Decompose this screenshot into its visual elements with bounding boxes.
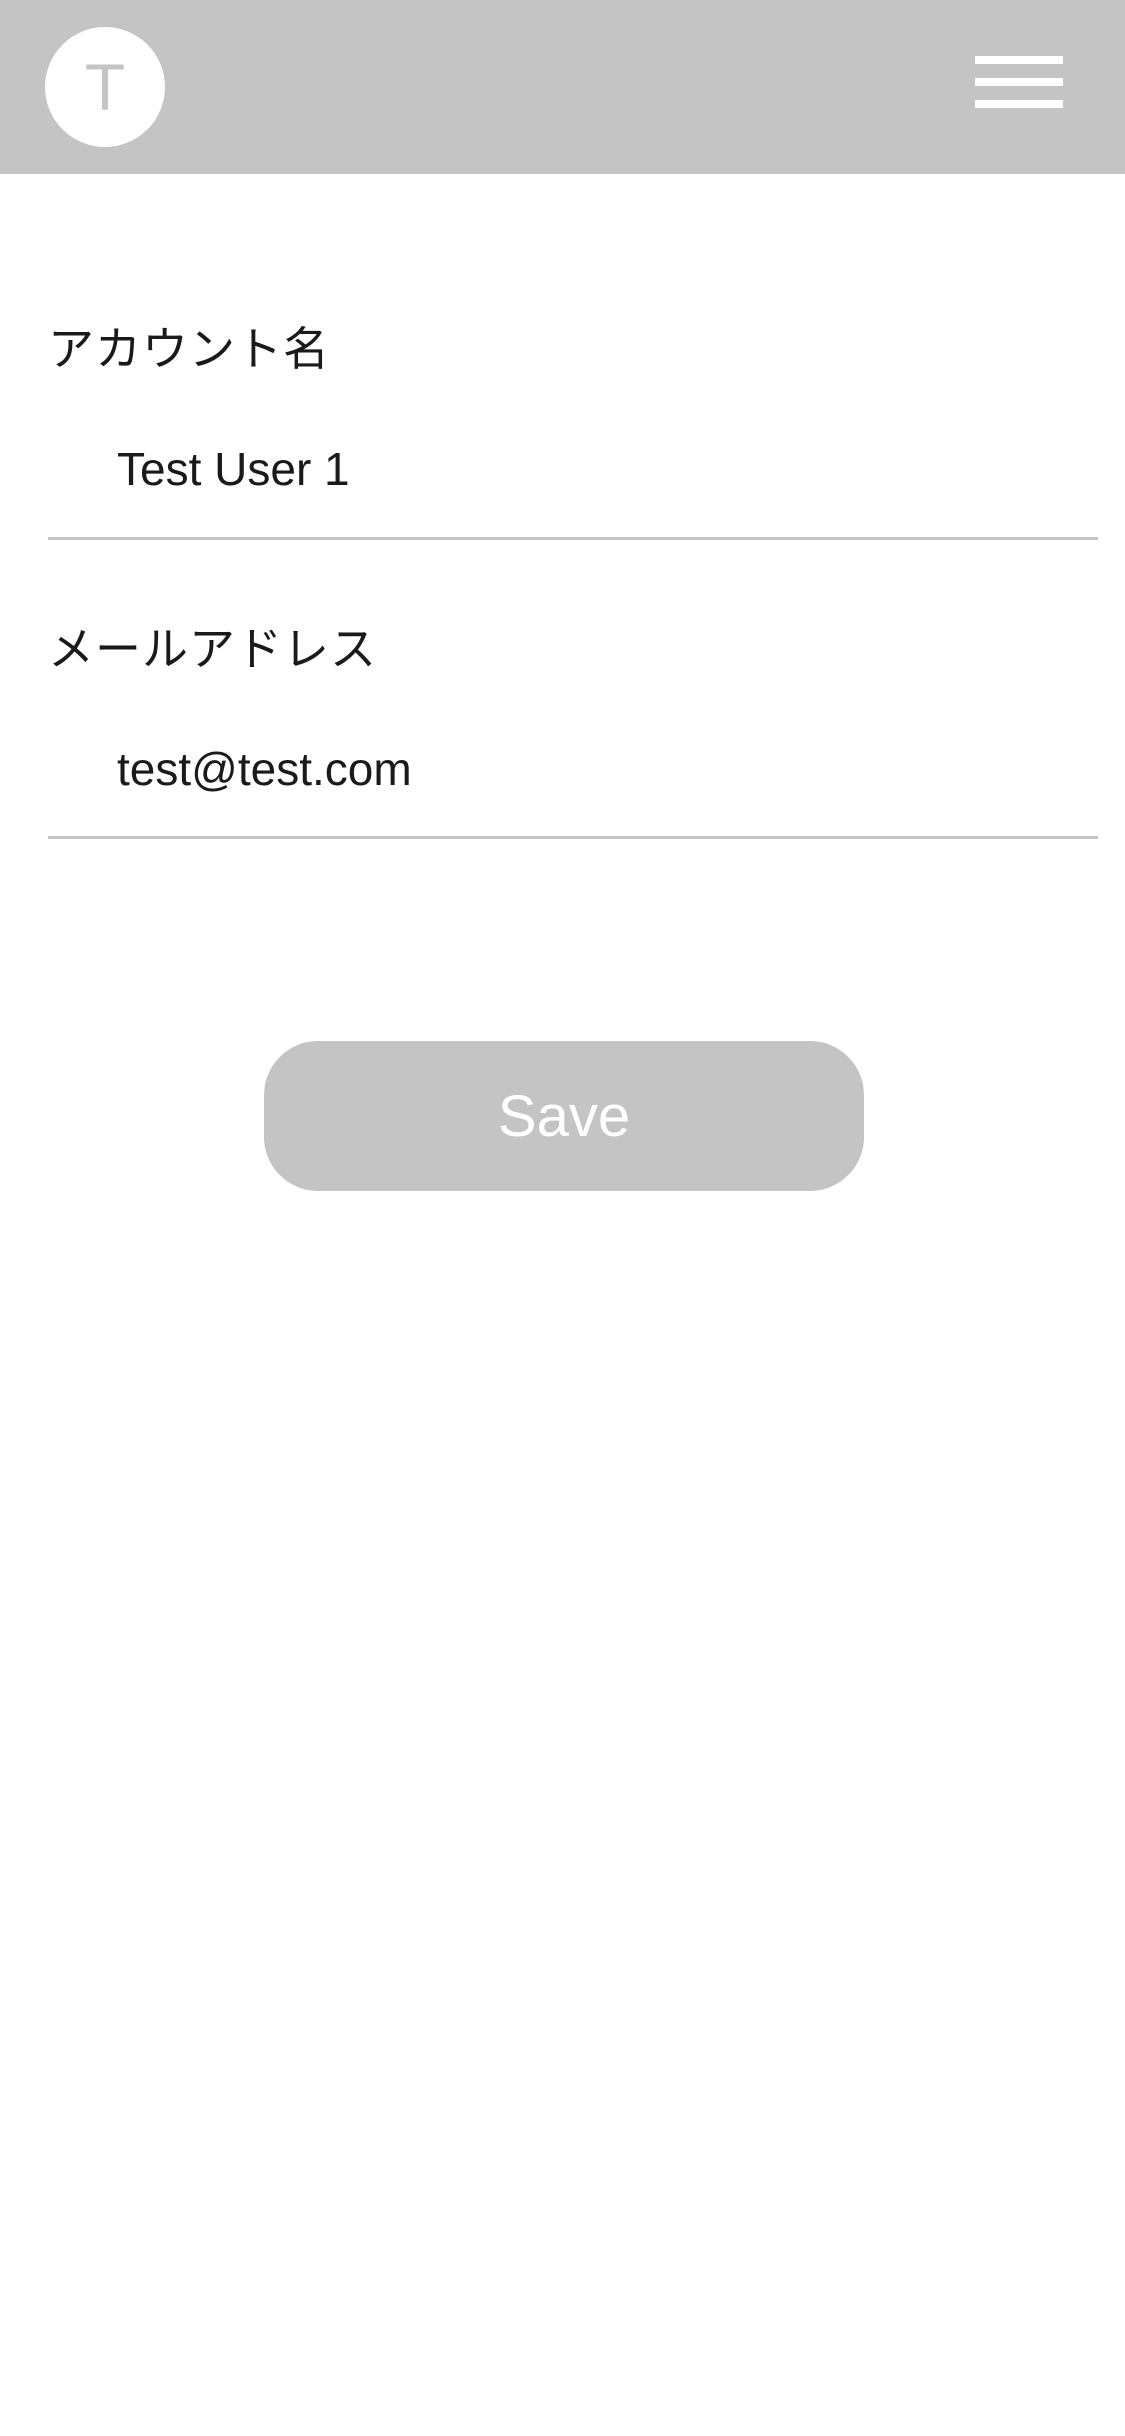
account-name-underline (48, 537, 1098, 540)
email-label: メールアドレス (48, 622, 377, 676)
menu-bar-top (975, 56, 1063, 64)
email-field[interactable]: test@test.com (117, 746, 412, 792)
account-name-label: アカウント名 (48, 322, 330, 376)
menu-bar-bottom (975, 100, 1063, 108)
app-header: T (0, 0, 1125, 174)
account-name-field[interactable]: Test User 1 (117, 446, 350, 492)
avatar[interactable]: T (45, 27, 165, 147)
email-underline (48, 836, 1098, 839)
avatar-initial: T (84, 50, 126, 124)
app-screen: T アカウント名 Test User 1 メールアドレス test@test.c… (0, 0, 1125, 2436)
save-button-label: Save (497, 1083, 631, 1149)
save-button[interactable]: Save (264, 1041, 864, 1191)
menu-bar-middle (975, 78, 1063, 86)
hamburger-menu-icon[interactable] (971, 50, 1067, 122)
